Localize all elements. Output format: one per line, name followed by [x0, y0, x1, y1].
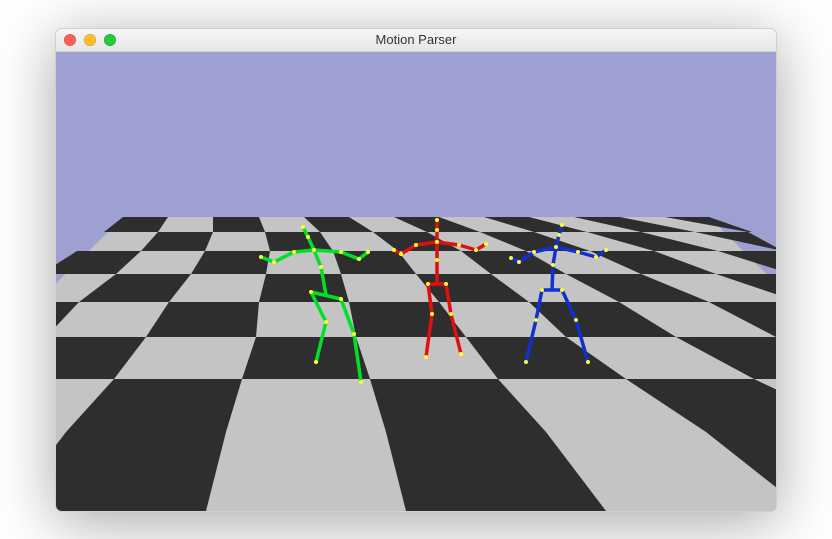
viewport[interactable] [56, 52, 776, 511]
window-controls [64, 34, 116, 46]
scene-canvas [56, 52, 776, 511]
titlebar[interactable]: Motion Parser [56, 29, 776, 52]
floor [56, 217, 776, 511]
app-window: Motion Parser [55, 28, 777, 512]
minimize-icon[interactable] [84, 34, 96, 46]
window-title: Motion Parser [56, 32, 776, 47]
zoom-icon[interactable] [104, 34, 116, 46]
close-icon[interactable] [64, 34, 76, 46]
